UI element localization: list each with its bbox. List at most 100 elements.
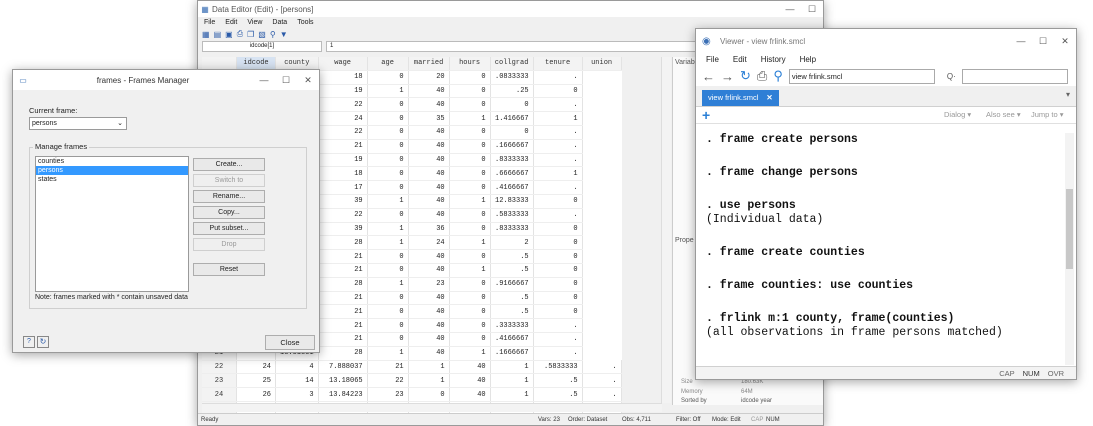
table-cell[interactable]: 0: [449, 208, 491, 223]
table-cell[interactable]: 22: [367, 373, 409, 389]
maximize-button[interactable]: ☐: [1032, 36, 1054, 47]
table-cell[interactable]: 39: [318, 194, 368, 209]
table-cell[interactable]: 3: [275, 387, 319, 402]
table-cell[interactable]: 28: [318, 277, 368, 292]
menu-history[interactable]: History: [761, 55, 786, 64]
table-cell[interactable]: 12.83333: [490, 194, 534, 209]
column-header[interactable]: married: [408, 57, 450, 71]
table-cell[interactable]: 0: [533, 291, 583, 306]
table-cell[interactable]: 1: [490, 360, 534, 375]
table-cell[interactable]: 39: [318, 222, 368, 237]
table-cell[interactable]: 40: [408, 332, 450, 347]
table-cell[interactable]: 21: [367, 360, 409, 375]
table-cell[interactable]: 0: [367, 332, 409, 347]
filter-icon[interactable]: ▼: [280, 30, 288, 39]
table-cell[interactable]: 0: [367, 111, 409, 126]
table-cell[interactable]: .5: [490, 291, 534, 306]
table-cell[interactable]: .5: [490, 304, 534, 320]
find-input[interactable]: [961, 68, 1068, 84]
menu-view[interactable]: View: [247, 19, 262, 26]
table-cell[interactable]: 40: [408, 166, 450, 182]
table-cell[interactable]: 0: [449, 139, 491, 154]
table-cell[interactable]: 0: [449, 153, 491, 168]
list-item[interactable]: states: [36, 175, 188, 184]
table-cell[interactable]: 22: [318, 97, 368, 113]
maximize-button[interactable]: ☐: [275, 75, 297, 86]
table-cell[interactable]: 0: [367, 304, 409, 320]
table-cell[interactable]: 21: [318, 318, 368, 333]
rename-button[interactable]: Rename...: [193, 190, 265, 203]
table-cell[interactable]: 40: [408, 194, 450, 209]
table-cell[interactable]: 40: [408, 304, 450, 320]
table-cell[interactable]: 0: [367, 166, 409, 182]
table-cell[interactable]: .3333333: [490, 318, 534, 333]
table-cell[interactable]: .8333333: [490, 222, 534, 237]
menu-edit[interactable]: Edit: [225, 19, 237, 26]
table-cell[interactable]: 0: [367, 263, 409, 278]
minimize-button[interactable]: —: [779, 4, 801, 14]
table-cell[interactable]: 1: [367, 84, 409, 99]
table-cell[interactable]: 26: [236, 387, 276, 402]
table-cell[interactable]: 0: [367, 180, 409, 195]
open-icon[interactable]: ▤: [214, 30, 222, 39]
table-cell[interactable]: 0: [367, 139, 409, 154]
row-number[interactable]: 22: [202, 360, 237, 375]
table-cell[interactable]: 0: [367, 153, 409, 168]
menu-data[interactable]: Data: [272, 19, 287, 26]
table-cell[interactable]: 40: [449, 360, 491, 375]
menu-file[interactable]: File: [204, 19, 215, 26]
table-cell[interactable]: 19: [318, 84, 368, 99]
table-cell[interactable]: .: [533, 208, 583, 223]
table-cell[interactable]: 0: [449, 222, 491, 237]
table-cell[interactable]: .1666667: [490, 346, 534, 361]
table-cell[interactable]: 35: [408, 111, 450, 126]
table-cell[interactable]: 1: [367, 277, 409, 292]
table-cell[interactable]: 17: [318, 180, 368, 195]
table-cell[interactable]: 0: [449, 277, 491, 292]
table-cell[interactable]: 1: [533, 111, 583, 126]
find-icon[interactable]: Q·: [947, 72, 956, 81]
table-cell[interactable]: 0: [367, 291, 409, 306]
table-cell[interactable]: .: [582, 360, 622, 375]
column-header[interactable]: collgrad: [490, 57, 534, 71]
refresh-icon[interactable]: ↻: [740, 68, 751, 84]
table-cell[interactable]: 21: [318, 304, 368, 320]
table-cell[interactable]: .: [533, 332, 583, 347]
table-cell[interactable]: .5833333: [533, 360, 583, 375]
column-header[interactable]: age: [367, 57, 409, 71]
table-cell[interactable]: 40: [408, 291, 450, 306]
table-cell[interactable]: 1: [490, 387, 534, 402]
table-cell[interactable]: 1: [367, 222, 409, 237]
reset-button[interactable]: Reset: [193, 263, 265, 276]
table-cell[interactable]: .: [533, 318, 583, 333]
table-cell[interactable]: 28: [318, 235, 368, 251]
chevron-down-icon[interactable]: ▾: [1066, 90, 1070, 99]
table-cell[interactable]: .4166667: [490, 332, 534, 347]
menu-file[interactable]: File: [706, 55, 719, 64]
put-subset-button[interactable]: Put subset...: [193, 222, 265, 235]
dialog-menu[interactable]: Dialog ▾: [944, 110, 971, 119]
table-cell[interactable]: .5: [490, 249, 534, 264]
close-icon[interactable]: ✕: [766, 90, 772, 106]
table-cell[interactable]: 24: [236, 360, 276, 375]
table-cell[interactable]: 40: [408, 125, 450, 140]
table-cell[interactable]: 40: [408, 208, 450, 223]
table-cell[interactable]: 1: [449, 194, 491, 209]
table-cell[interactable]: 0: [367, 249, 409, 264]
table-cell[interactable]: 0: [533, 235, 583, 251]
copy-icon[interactable]: ❐: [247, 30, 254, 39]
table-cell[interactable]: 40: [408, 180, 450, 195]
table-cell[interactable]: 0: [449, 84, 491, 99]
table-cell[interactable]: 0: [533, 249, 583, 264]
table-cell[interactable]: 0: [449, 304, 491, 320]
table-cell[interactable]: .: [533, 97, 583, 113]
table-cell[interactable]: 13.18065: [318, 373, 368, 389]
table-cell[interactable]: .8333333: [490, 153, 534, 168]
current-frame-select[interactable]: persons ⌄: [29, 117, 127, 130]
table-cell[interactable]: 0: [449, 332, 491, 347]
table-cell[interactable]: 1: [367, 235, 409, 251]
table-cell[interactable]: 0: [449, 249, 491, 264]
also-see-menu[interactable]: Also see ▾: [986, 110, 1021, 119]
table-cell[interactable]: .: [533, 180, 583, 195]
table-cell[interactable]: 21: [318, 291, 368, 306]
